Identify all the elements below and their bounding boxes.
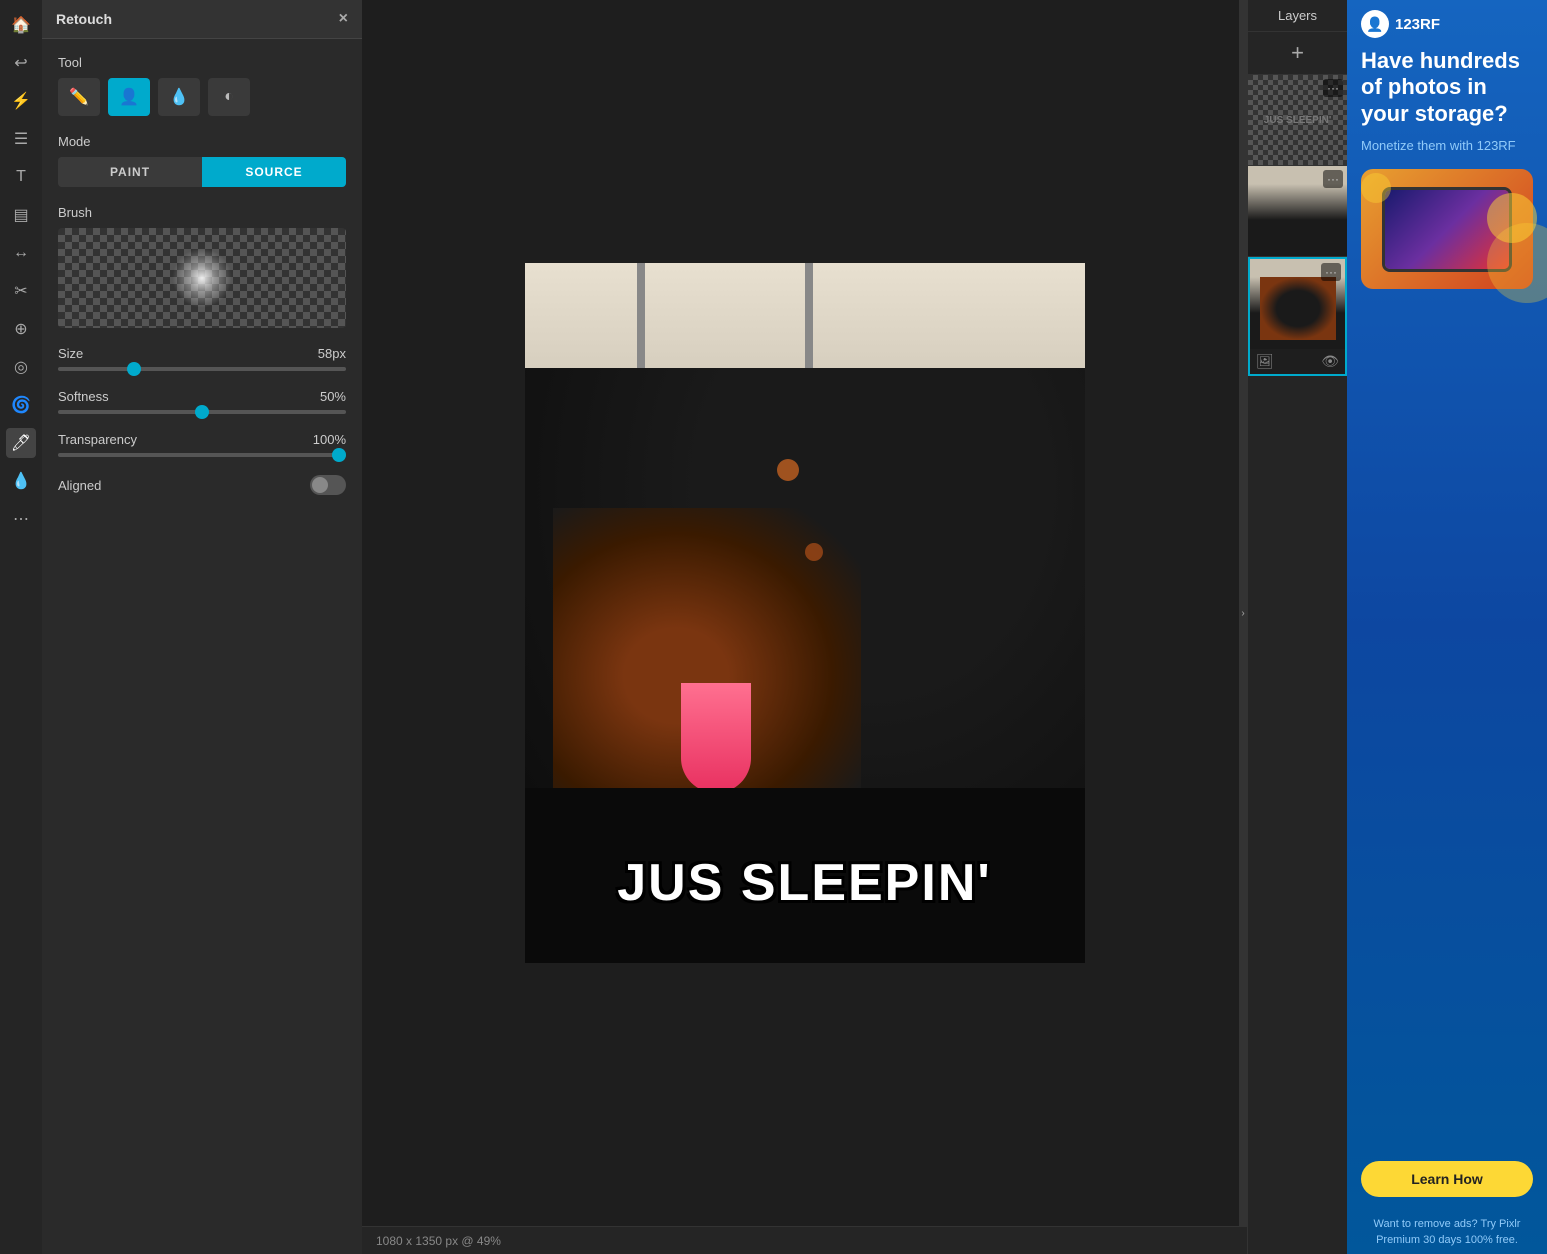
- transparency-slider[interactable]: [58, 453, 346, 457]
- retouch-body: Tool ✏️ 👤 💧 ◐ Mode PAINT SOURCE Brush: [42, 39, 362, 1254]
- text-icon[interactable]: T: [6, 162, 36, 192]
- undo-icon[interactable]: ↩: [6, 48, 36, 78]
- layers-panel: Layers + JUS SLEEPIN' ··· ··· ··· 🖼 👁: [1247, 0, 1347, 1254]
- dog-spot-2: [805, 543, 823, 561]
- grid-icon[interactable]: ▤: [6, 200, 36, 230]
- bolt-icon[interactable]: ⚡: [6, 86, 36, 116]
- transparency-label: Transparency: [58, 432, 137, 447]
- more-icon[interactable]: ⋯: [6, 504, 36, 534]
- brush-label: Brush: [58, 205, 346, 220]
- dog-photo: JUS SLEEPIN': [525, 263, 1085, 963]
- layer-eye-icon[interactable]: 👁: [1321, 353, 1339, 370]
- dog-tongue: [681, 683, 751, 793]
- paint-mode-btn[interactable]: PAINT: [58, 157, 202, 187]
- mode-row: PAINT SOURCE: [58, 157, 346, 187]
- ad-gold-circle-2: [1361, 173, 1391, 203]
- size-slider[interactable]: [58, 367, 346, 371]
- brush-dot: [172, 248, 232, 308]
- left-toolbar: 🏠 ↩ ⚡ ☰ T ▤ ↔ ✂ ⊕ ◎ 🌀 🖊 💧 ⋯: [0, 0, 42, 1254]
- ad-subheadline: Monetize them with 123RF: [1347, 133, 1547, 159]
- ad-logo: 👤 123RF: [1347, 0, 1547, 42]
- layer-item-dog[interactable]: ···: [1248, 166, 1347, 257]
- layer-more-btn-1[interactable]: ···: [1323, 79, 1343, 97]
- canvas-image[interactable]: JUS SLEEPIN': [525, 263, 1085, 963]
- aligned-label: Aligned: [58, 478, 101, 493]
- layers-icon[interactable]: ☰: [6, 124, 36, 154]
- canvas-status-bar: 1080 x 1350 px @ 49%: [362, 1226, 1247, 1254]
- ad-remove-text: Want to remove ads? Try Pixlr Premium 30…: [1347, 1207, 1547, 1254]
- ad-logo-icon: 👤: [1361, 10, 1389, 38]
- learn-how-button[interactable]: Learn How: [1361, 1161, 1533, 1197]
- canvas-wrapper[interactable]: JUS SLEEPIN' ›: [362, 0, 1247, 1226]
- canvas-status-text: 1080 x 1350 px @ 49%: [376, 1234, 501, 1248]
- tool-section: Tool ✏️ 👤 💧 ◐: [58, 55, 346, 116]
- source-mode-btn[interactable]: SOURCE: [202, 157, 346, 187]
- meme-text: JUS SLEEPIN': [525, 853, 1085, 913]
- canvas-resize-handle[interactable]: ›: [1239, 0, 1247, 1226]
- cut-icon[interactable]: ✂: [6, 276, 36, 306]
- drop-tool-btn[interactable]: 💧: [158, 78, 200, 116]
- tool-label: Tool: [58, 55, 346, 70]
- softness-value: 50%: [320, 389, 346, 404]
- circle-icon[interactable]: ◎: [6, 352, 36, 382]
- layer-more-btn-3[interactable]: ···: [1321, 263, 1341, 281]
- ad-logo-text: 123RF: [1395, 16, 1440, 33]
- transparency-value: 100%: [313, 432, 346, 447]
- layer-item-dog-selected[interactable]: ··· 🖼 👁: [1248, 257, 1347, 376]
- retouch-header: Retouch ×: [42, 0, 362, 39]
- softness-label: Softness: [58, 389, 109, 404]
- softness-section: Softness 50%: [58, 389, 346, 414]
- toggle-knob: [312, 477, 328, 493]
- retouch-title: Retouch: [56, 11, 112, 27]
- layer-image-icon: 🖼: [1256, 353, 1274, 370]
- ad-image-container: Monetize them with 123RF: [1347, 133, 1547, 1151]
- spiral-icon[interactable]: 🌀: [6, 390, 36, 420]
- ad-panel: 👤 123RF Have hundreds of photos in your …: [1347, 0, 1547, 1254]
- erase-tool-btn[interactable]: ◐: [208, 78, 250, 116]
- layer-more-btn-2[interactable]: ···: [1323, 170, 1343, 188]
- tool-icons-row: ✏️ 👤 💧 ◐: [58, 78, 346, 116]
- transparency-section: Transparency 100%: [58, 432, 346, 457]
- brush-preview: [58, 228, 346, 328]
- mode-label: Mode: [58, 134, 346, 149]
- dog-spot-1: [777, 459, 799, 481]
- mode-section: Mode PAINT SOURCE: [58, 134, 346, 187]
- brush-section: Brush: [58, 205, 346, 328]
- transform-icon[interactable]: ↔: [6, 238, 36, 268]
- retouch-panel: Retouch × Tool ✏️ 👤 💧 ◐ Mode PAINT SOURC…: [42, 0, 362, 1254]
- ad-headline: Have hundreds of photos in your storage?: [1347, 42, 1547, 133]
- main-area: JUS SLEEPIN' › 1080 x 1350 px @ 49%: [362, 0, 1247, 1254]
- layer-bottom-bar: 🖼 👁: [1250, 349, 1345, 374]
- ad-inner: 👤 123RF Have hundreds of photos in your …: [1347, 0, 1547, 1254]
- resize-arrow-icon: ›: [1241, 608, 1244, 619]
- pencil-tool-btn[interactable]: ✏️: [58, 78, 100, 116]
- clone-tool-btn[interactable]: 👤: [108, 78, 150, 116]
- aligned-toggle[interactable]: [310, 475, 346, 495]
- size-value: 58px: [318, 346, 346, 361]
- add-layer-btn[interactable]: +: [1248, 32, 1347, 75]
- size-label: Size: [58, 346, 83, 361]
- size-section: Size 58px: [58, 346, 346, 371]
- adjust-icon[interactable]: ⊕: [6, 314, 36, 344]
- softness-slider[interactable]: [58, 410, 346, 414]
- aligned-row: Aligned: [58, 475, 346, 495]
- home-icon[interactable]: 🏠: [6, 10, 36, 40]
- layers-title: Layers: [1248, 0, 1347, 32]
- drop-icon[interactable]: 💧: [6, 466, 36, 496]
- brush-icon[interactable]: 🖊: [6, 428, 36, 458]
- close-button[interactable]: ×: [339, 10, 348, 28]
- layer-item-text[interactable]: JUS SLEEPIN' ···: [1248, 75, 1347, 166]
